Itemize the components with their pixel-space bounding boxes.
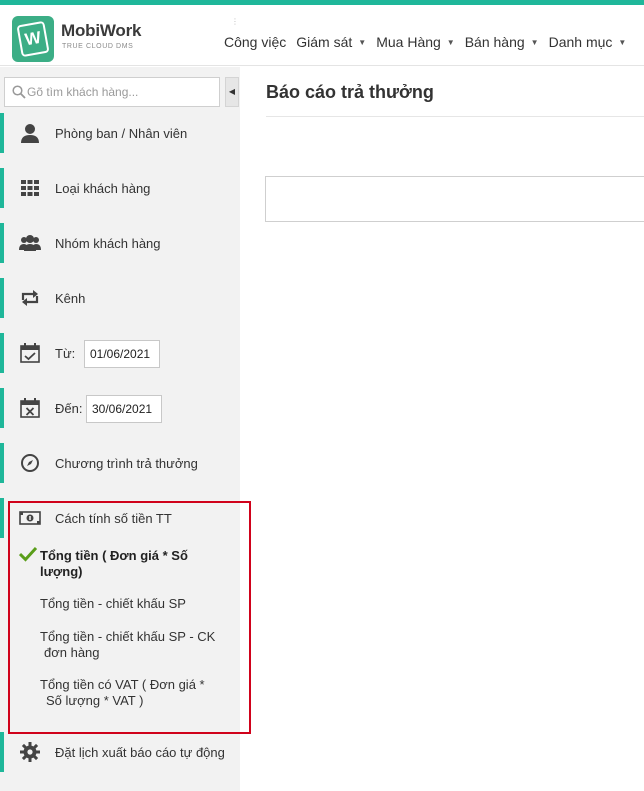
filter-department-staff[interactable]: Phòng ban / Nhân viên <box>0 113 240 153</box>
customer-search-input[interactable] <box>27 78 217 106</box>
filter-customer-group[interactable]: Nhóm khách hàng <box>0 223 240 263</box>
caret-down-icon: ▼ <box>618 37 627 47</box>
calendar-check-icon <box>20 343 40 363</box>
nav-label: Giám sát <box>296 34 353 50</box>
schedule-auto-export[interactable]: Đặt lịch xuất báo cáo tự động <box>0 732 240 772</box>
menu-label: Chương trình trả thưởng <box>55 456 198 471</box>
users-group-icon <box>19 235 41 251</box>
menu-label: Kênh <box>55 291 86 306</box>
nav-item-ban-hang[interactable]: Bán hàng ▼ <box>465 34 539 50</box>
nav-label: Bán hàng <box>464 34 525 50</box>
title-divider <box>266 116 644 117</box>
mobiwork-logo[interactable]: W <box>12 16 54 62</box>
gear-icon <box>20 742 40 762</box>
brand-tagline: TRUE CLOUD DMS <box>62 43 134 50</box>
filter-customer-type[interactable]: Loại khách hàng <box>0 168 240 208</box>
top-navbar: W MobiWork TRUE CLOUD DMS ⋮ Công việc Gi… <box>0 0 644 66</box>
brand-name: MobiWork <box>61 21 142 40</box>
menu-label: Đến: <box>55 401 83 416</box>
caret-down-icon: ▼ <box>358 37 367 47</box>
menu-label: Loại khách hàng <box>55 181 151 196</box>
nav-item-mua-hang[interactable]: Mua Hàng ▼ <box>376 34 455 50</box>
user-icon <box>21 124 39 143</box>
logo-letter: W <box>23 27 43 50</box>
menu-label: Đặt lịch xuất báo cáo tự động <box>55 745 225 760</box>
nav-divider-dots: ⋮ <box>231 17 239 26</box>
nav-item-giam-sat[interactable]: Giám sát ▼ <box>296 34 366 50</box>
menu-label: Phòng ban / Nhân viên <box>55 126 188 141</box>
highlight-box <box>8 501 251 734</box>
main-nav: Công việc Giám sát ▼ Mua Hàng ▼ Bán hàng ▼ … <box>224 34 636 50</box>
page-title: Báo cáo trả thưởng <box>266 82 434 102</box>
nav-label: Mua Hàng <box>376 34 441 50</box>
caret-down-icon: ▼ <box>446 37 455 47</box>
customer-search <box>4 77 220 107</box>
logo-tablet-shape: W <box>16 20 50 58</box>
date-from-input[interactable] <box>84 340 160 368</box>
nav-item-cong-viec[interactable]: Công việc <box>224 34 286 50</box>
nav-label: Danh mục <box>548 34 613 50</box>
menu-label: Nhóm khách hàng <box>55 236 161 251</box>
nav-label: Công việc <box>224 34 287 50</box>
calendar-x-icon <box>20 398 40 418</box>
compass-icon <box>21 454 39 472</box>
nav-item-danh-muc[interactable]: Danh mục ▼ <box>549 34 627 50</box>
date-to-input[interactable] <box>86 395 162 423</box>
search-icon <box>12 85 26 99</box>
collapse-sidebar-button[interactable]: ◀ <box>225 77 239 107</box>
report-content-area <box>265 176 644 222</box>
grid-icon <box>21 180 39 196</box>
filter-channel[interactable]: Kênh <box>0 278 240 318</box>
caret-down-icon: ▼ <box>530 37 539 47</box>
menu-label: Từ: <box>55 346 76 361</box>
filter-reward-program[interactable]: Chương trình trả thưởng <box>0 443 240 483</box>
retweet-icon <box>21 290 39 306</box>
